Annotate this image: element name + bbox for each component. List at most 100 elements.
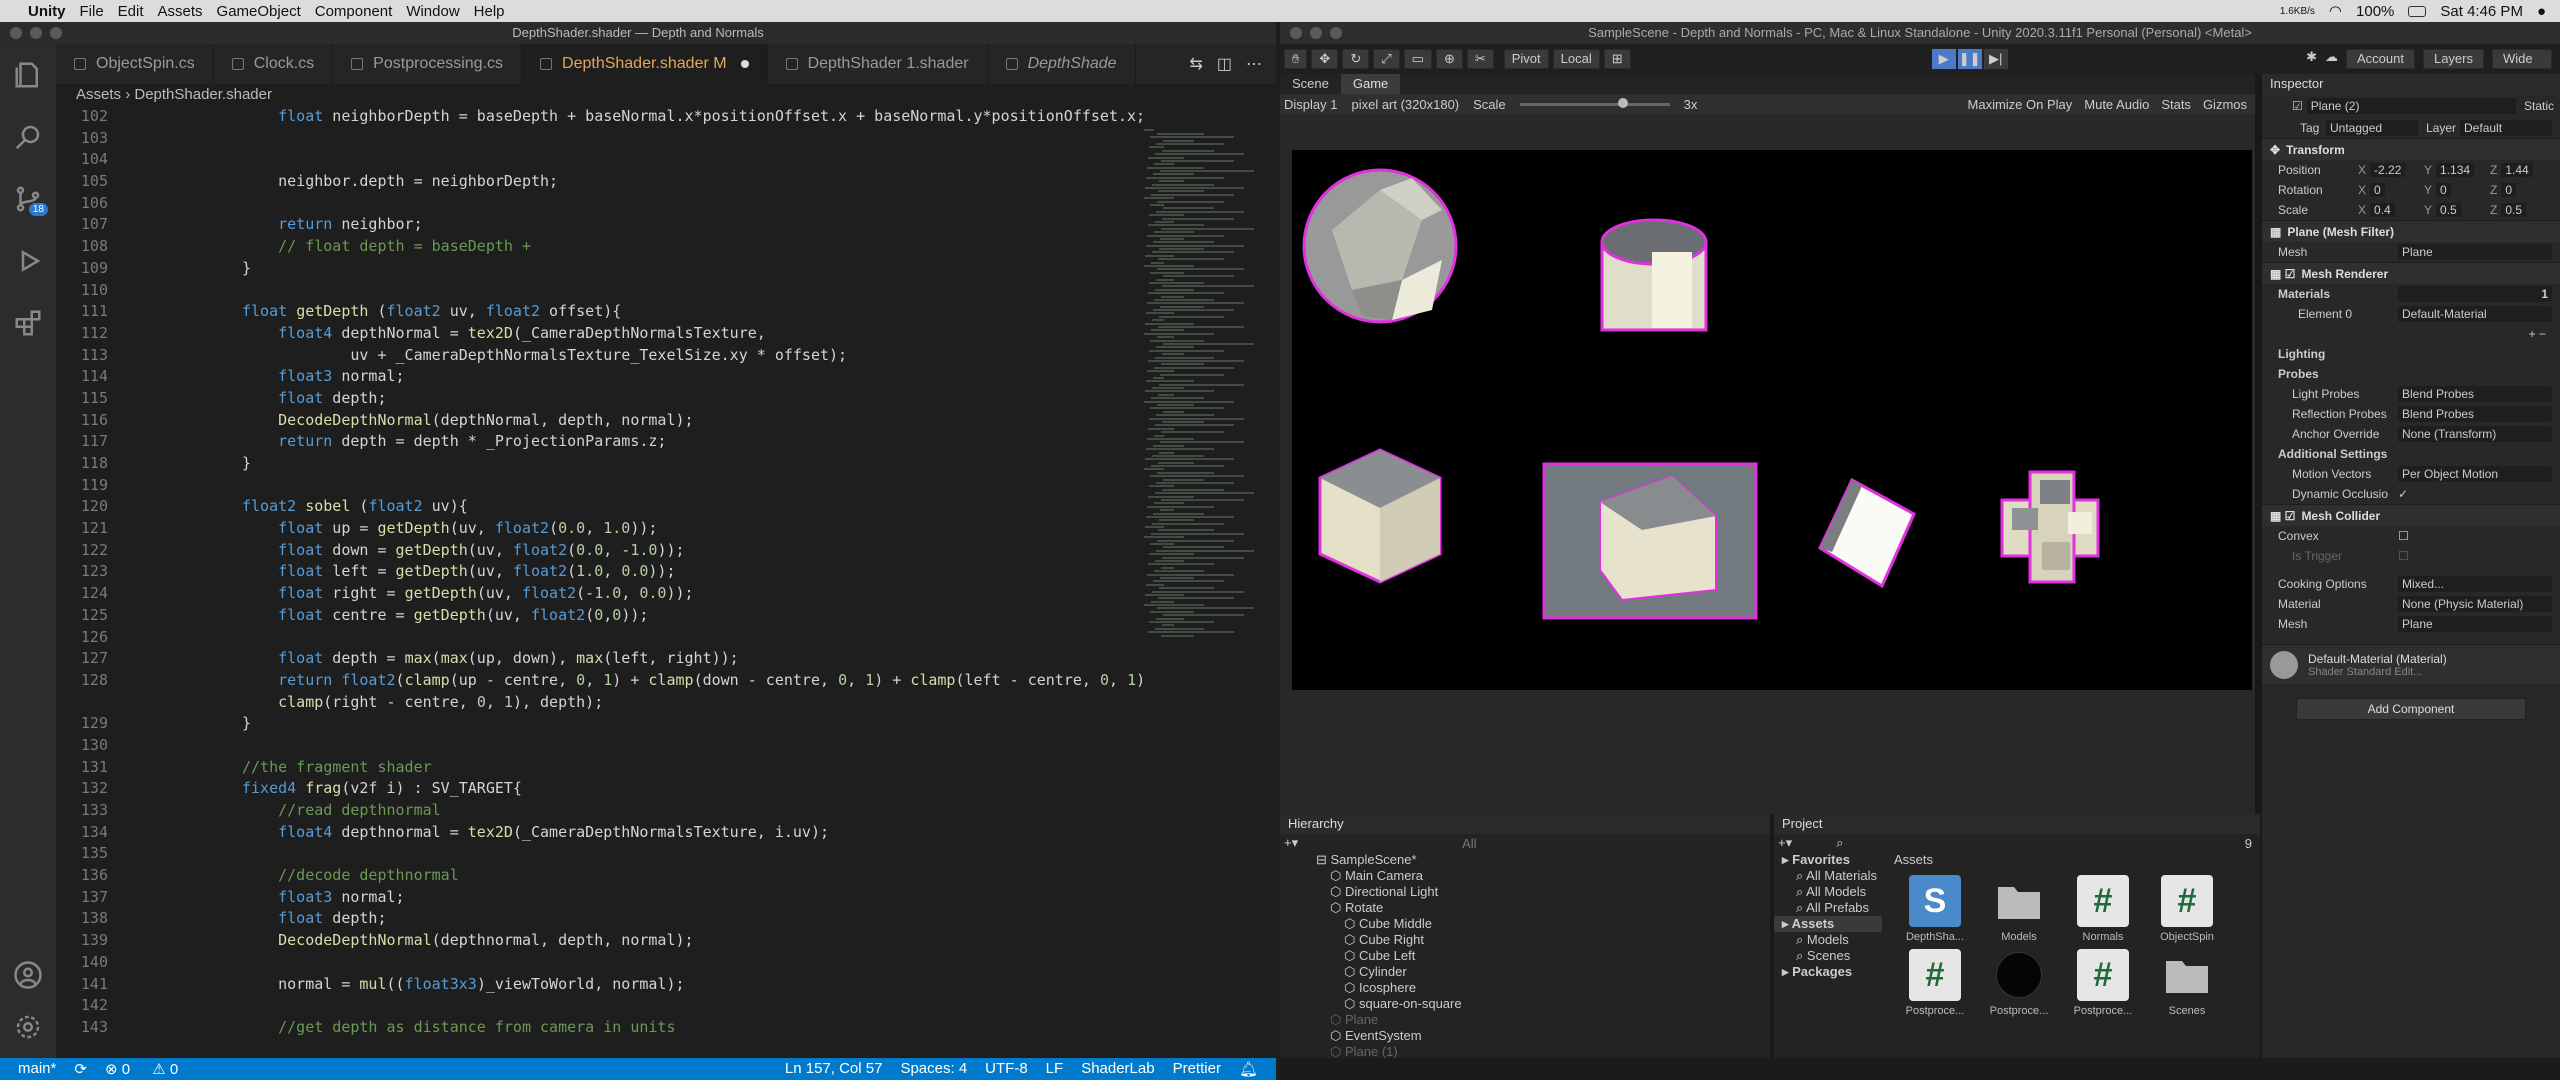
mesh-filter-header[interactable]: ▦ Plane (Mesh Filter)	[2262, 220, 2560, 242]
collider-mesh-field[interactable]: Plane	[2398, 616, 2552, 632]
physic-material-field[interactable]: None (Physic Material)	[2398, 596, 2552, 612]
resolution-dropdown[interactable]: pixel art (320x180)	[1351, 97, 1459, 112]
asset-item[interactable]: # ObjectSpin	[2154, 875, 2220, 943]
move-tool-icon[interactable]: ✥	[1311, 49, 1339, 69]
hand-tool-icon[interactable]: ✋︎	[1284, 49, 1308, 69]
hierarchy-tab[interactable]: Hierarchy	[1280, 814, 1770, 834]
code-line[interactable]: 140	[56, 952, 1142, 974]
scale-tool-icon[interactable]: ⤢	[1373, 49, 1400, 69]
code-line[interactable]: 103	[56, 128, 1142, 150]
line-endings[interactable]: LF	[1046, 1060, 1064, 1078]
encoding[interactable]: UTF-8	[985, 1060, 1028, 1078]
code-line[interactable]: 126	[56, 627, 1142, 649]
search-icon[interactable]	[0, 106, 56, 168]
add-material-button[interactable]: + −	[2529, 327, 2546, 341]
object-name-field[interactable]: Plane (2)	[2306, 98, 2516, 114]
git-branch[interactable]: main*	[18, 1060, 56, 1078]
code-line[interactable]: 115 float depth;	[56, 388, 1142, 410]
layout-dropdown[interactable]: Wide	[2492, 49, 2552, 69]
edit-shader-button[interactable]: Edit...	[2394, 666, 2422, 678]
project-tree-item[interactable]: ⌕ All Prefabs	[1774, 900, 1882, 916]
hierarchy-item[interactable]: ⬡ EventSystem	[1280, 1028, 1770, 1044]
transform-tool-icon[interactable]: ⊕	[1435, 49, 1463, 69]
clock[interactable]: Sat 4:46 PM	[2440, 3, 2523, 20]
project-search-icon[interactable]: ⌕	[1836, 835, 1843, 851]
code-line[interactable]: 139 DecodeDepthNormal(depthnormal, depth…	[56, 930, 1142, 952]
code-line[interactable]: 110	[56, 280, 1142, 302]
asset-item[interactable]: S DepthSha...	[1902, 875, 1968, 943]
code-editor[interactable]: 102 float neighborDepth = baseDepth + ba…	[56, 106, 1142, 1058]
tab-objectspin[interactable]: ObjectSpin.cs	[56, 44, 214, 84]
code-line[interactable]: 124 float right = getDepth(uv, float2(-1…	[56, 583, 1142, 605]
code-line[interactable]: 129}	[56, 713, 1142, 735]
menu-file[interactable]: File	[80, 3, 104, 20]
code-line[interactable]: 127 float depth = max(max(up, down), max…	[56, 648, 1142, 670]
hierarchy-item[interactable]: ⬡ Main Camera	[1280, 868, 1770, 884]
problems-indicator[interactable]: ⊗ 0 ⚠ 0	[105, 1060, 196, 1078]
code-line[interactable]: 133 //read depthnormal	[56, 800, 1142, 822]
settings-gear-icon[interactable]	[0, 996, 56, 1058]
tab-scene[interactable]: Scene	[1280, 74, 1341, 94]
tab-depthshader-1[interactable]: DepthShader 1.shader	[768, 44, 988, 84]
code-line[interactable]: 131 //the fragment shader	[56, 757, 1142, 779]
convex-checkbox[interactable]: ☐	[2398, 529, 2409, 543]
minimize-button[interactable]	[1310, 27, 1322, 39]
notifications-bell-icon[interactable]: 🔔︎	[1239, 1060, 1258, 1078]
stats-toggle[interactable]: Stats	[2161, 97, 2191, 112]
code-line[interactable]: 111 float getDepth (float2 uv, float2 off…	[56, 301, 1142, 323]
breadcrumb-assets[interactable]: Assets	[76, 86, 121, 103]
code-line[interactable]: 141 normal = mul((float3x3)_viewToWorld,…	[56, 974, 1142, 996]
minimize-button[interactable]	[30, 27, 42, 39]
motion-vectors-dropdown[interactable]: Per Object Motion	[2398, 466, 2552, 482]
code-line[interactable]: 121 float up = getDepth(uv, float2(0.0, …	[56, 518, 1142, 540]
hierarchy-item[interactable]: ⬡ Cube Middle	[1280, 916, 1770, 932]
element0-field[interactable]: Default-Material	[2398, 306, 2552, 322]
open-changes-icon[interactable]: ⇆	[1189, 54, 1202, 74]
hierarchy-item[interactable]: ⬡ Icosphere	[1280, 980, 1770, 996]
project-tab[interactable]: Project	[1774, 814, 2260, 834]
indentation[interactable]: Spaces: 4	[900, 1060, 967, 1078]
code-line[interactable]: 109}	[56, 258, 1142, 280]
language-mode[interactable]: ShaderLab	[1081, 1060, 1154, 1078]
project-tree-item[interactable]: ▸ Favorites	[1774, 852, 1882, 868]
asset-item[interactable]: Models	[1986, 875, 2052, 943]
grid-snap-icon[interactable]: ⊞	[1603, 49, 1631, 69]
sync-icon[interactable]: ⟳	[74, 1060, 87, 1078]
code-line[interactable]: 114 float3 normal;	[56, 366, 1142, 388]
code-line[interactable]: 107 return neighbor;	[56, 214, 1142, 236]
explorer-icon[interactable]	[0, 44, 56, 106]
display-dropdown[interactable]: Display 1	[1284, 97, 1337, 112]
mesh-field[interactable]: Plane	[2398, 244, 2552, 260]
step-button-icon[interactable]: ▶|	[1982, 48, 2009, 70]
project-tree-item[interactable]: ⌕ Scenes	[1774, 948, 1882, 964]
mesh-renderer-header[interactable]: ▦ ☑ Mesh Renderer	[2262, 262, 2560, 284]
menu-assets[interactable]: Assets	[158, 3, 203, 20]
code-line[interactable]: 108 // float depth = baseDepth +	[56, 236, 1142, 258]
tab-depthshader[interactable]: DepthShader.shader M	[522, 44, 768, 84]
code-line[interactable]: 122 float down = getDepth(uv, float2(0.0…	[56, 540, 1142, 562]
zoom-button[interactable]	[50, 27, 62, 39]
code-line[interactable]: 143 //get depth as distance from camera …	[56, 1017, 1142, 1039]
tab-postprocessing[interactable]: Postprocessing.cs	[333, 44, 523, 84]
cloud-icon[interactable]: ☁	[2325, 49, 2338, 69]
code-line[interactable]: 118}	[56, 453, 1142, 475]
app-menu[interactable]: Unity	[28, 3, 66, 20]
code-line[interactable]: 112 float4 depthNormal = tex2D(_CameraDe…	[56, 323, 1142, 345]
hierarchy-search[interactable]: All	[1462, 836, 1476, 851]
dynamic-occlusion-checkbox[interactable]: ✓	[2398, 487, 2408, 501]
hierarchy-item[interactable]: ⬡ Cube Right	[1280, 932, 1770, 948]
code-line[interactable]: 120 float2 sobel (float2 uv){	[56, 496, 1142, 518]
scale-slider[interactable]	[1519, 97, 1670, 108]
asset-item[interactable]: # Postproce...	[2070, 949, 2136, 1017]
project-tree-item[interactable]: ⌕ Models	[1774, 932, 1882, 948]
reflection-probes-dropdown[interactable]: Blend Probes	[2398, 406, 2552, 422]
add-object-icon[interactable]: +▾	[1284, 835, 1298, 851]
tab-clock[interactable]: Clock.cs	[214, 44, 334, 84]
code-line[interactable]: 123 float left = getDepth(uv, float2(1.0…	[56, 561, 1142, 583]
code-line[interactable]: 102 float neighborDepth = baseDepth + ba…	[56, 106, 1142, 128]
project-tree-item[interactable]: ⌕ All Models	[1774, 884, 1882, 900]
game-viewport[interactable]	[1292, 150, 2252, 690]
custom-tool-icon[interactable]: ✂	[1466, 49, 1494, 69]
asset-item[interactable]: # Postproce...	[1902, 949, 1968, 1017]
collab-icon[interactable]: ✱	[2306, 49, 2317, 69]
